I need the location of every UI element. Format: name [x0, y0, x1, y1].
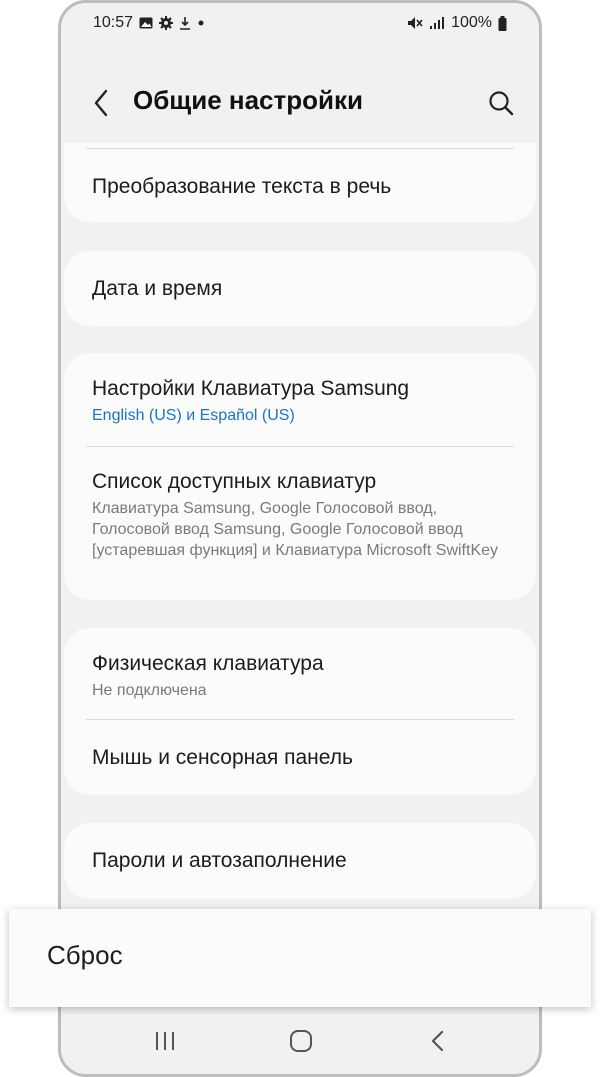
item-title: Пароли и автозаполнение — [92, 849, 347, 872]
list-item-datetime[interactable]: Дата и время — [92, 277, 512, 301]
back-icon — [431, 1030, 444, 1052]
home-button[interactable] — [281, 1026, 321, 1056]
search-icon — [489, 91, 514, 116]
dot-icon — [197, 19, 205, 27]
recents-button[interactable] — [145, 1026, 185, 1056]
status-right: 100% — [407, 14, 507, 32]
card-tts: Преобразование текста в речь — [64, 143, 536, 222]
list-item-tts[interactable]: Преобразование текста в речь — [92, 175, 512, 199]
item-subtitle: Не подключена — [92, 682, 207, 699]
list-item-keyboard-list[interactable]: Список доступных клавиатур Клавиатура Sa… — [92, 470, 512, 561]
search-button[interactable] — [485, 87, 517, 119]
recents-icon — [156, 1032, 174, 1050]
item-title: Настройки Клавиатура Samsung — [92, 377, 410, 400]
item-subtitle: Клавиатура Samsung, Google Голосовой вво… — [92, 500, 499, 559]
divider — [86, 446, 514, 447]
item-title: Преобразование текста в речь — [92, 175, 392, 198]
page-title: Общие настройки — [133, 85, 363, 115]
divider — [86, 719, 514, 720]
list-item-physical-keyboard[interactable]: Физическая клавиатура Не подключена — [92, 652, 512, 701]
signal-icon — [429, 16, 445, 30]
item-title: Мышь и сенсорная панель — [92, 746, 353, 769]
list-item-mouse-touchpad[interactable]: Мышь и сенсорная панель — [92, 746, 512, 770]
mute-icon — [407, 16, 423, 30]
gear-icon — [159, 16, 174, 30]
divider — [86, 148, 514, 149]
list-item-passwords[interactable]: Пароли и автозаполнение — [92, 849, 512, 873]
reset-label: Сброс — [47, 940, 123, 970]
list-item-samsung-keyboard[interactable]: Настройки Клавиатура Samsung English (US… — [92, 377, 512, 426]
card-input-devices: Физическая клавиатура Не подключена Мышь… — [64, 628, 536, 795]
item-title: Список доступных клавиатур — [92, 470, 377, 493]
item-subtitle: English (US) и Español (US) — [92, 407, 295, 424]
card-datetime: Дата и время — [64, 251, 536, 326]
status-left: 10:57 — [93, 14, 205, 32]
nav-back-button[interactable] — [417, 1026, 457, 1056]
status-bar: 10:57 100% — [61, 3, 539, 43]
card-keyboards: Настройки Клавиатура Samsung English (US… — [64, 353, 536, 600]
card-passwords: Пароли и автозаполнение — [64, 823, 536, 899]
back-button[interactable] — [87, 87, 115, 119]
item-title: Дата и время — [92, 277, 223, 300]
reset-menu-item[interactable]: Сброс — [9, 909, 591, 1007]
navigation-bar — [61, 1008, 539, 1074]
status-time: 10:57 — [93, 14, 134, 31]
home-icon — [290, 1030, 312, 1052]
battery-percent: 100% — [451, 14, 492, 31]
chevron-left-icon — [94, 89, 108, 117]
battery-icon — [498, 15, 507, 31]
item-title: Физическая клавиатура — [92, 652, 324, 675]
app-header: Общие настройки — [61, 73, 539, 133]
image-icon — [139, 17, 153, 29]
download-icon — [179, 16, 191, 30]
